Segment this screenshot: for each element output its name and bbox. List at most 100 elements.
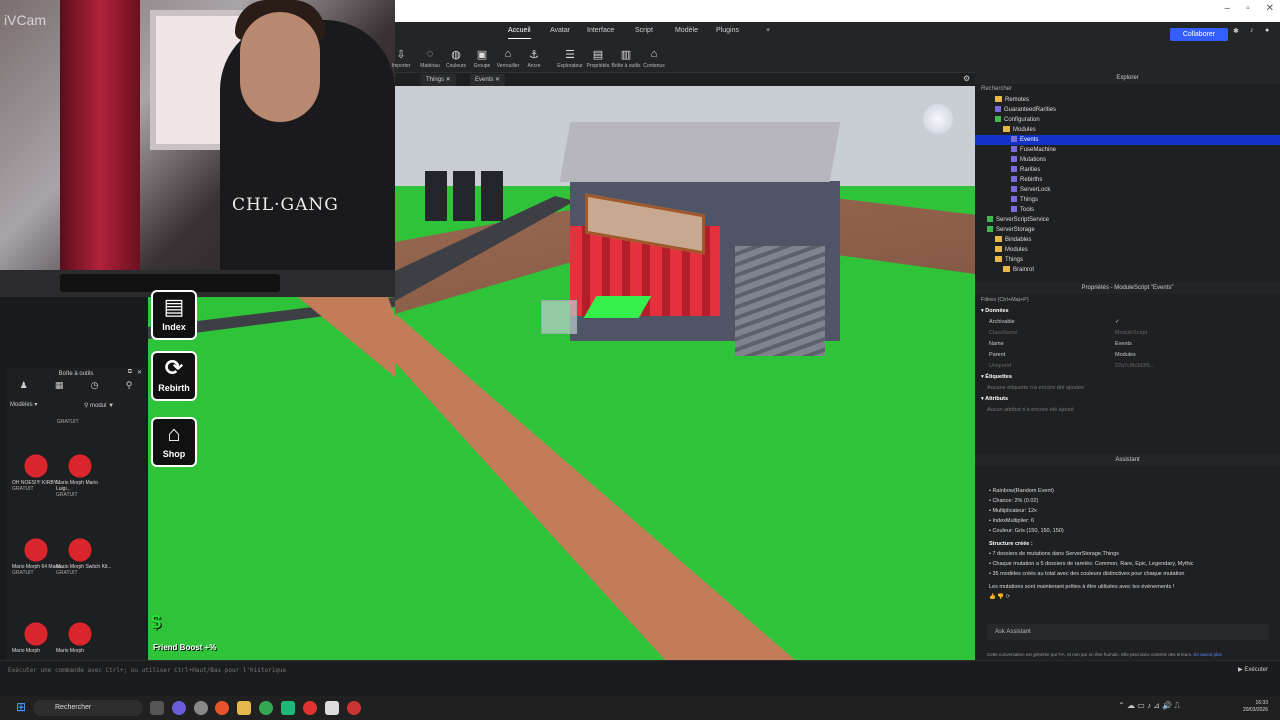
color-button[interactable]: ◍ Couleurs <box>444 48 468 69</box>
tab-modele[interactable]: Modèle <box>675 27 698 34</box>
toolbox-item[interactable]: Mario Morph <box>56 616 112 654</box>
index-button[interactable]: ▤ Index <box>151 290 197 340</box>
explorer-item[interactable]: FuseMachine <box>975 145 1280 155</box>
app-icon[interactable] <box>303 701 317 715</box>
tab-plugins[interactable]: Plugins <box>716 27 739 34</box>
feedback-icons: 👍 👎 ⟳ <box>989 592 1268 602</box>
explorer-item[interactable]: Events <box>975 135 1280 145</box>
explorer-item[interactable]: Modules <box>975 245 1280 255</box>
toolbox-item[interactable]: Mario Morph Switch Kit... GRATUIT <box>56 532 112 576</box>
restore-icon[interactable]: ⧉ <box>128 369 132 376</box>
properties-filter[interactable]: Filtres (Ctrl+Maj+P) <box>975 294 1280 306</box>
rebirth-button[interactable]: ⟳ Rebirth <box>151 351 197 401</box>
viewport-settings-icon[interactable]: ⚙ <box>963 74 970 83</box>
minimize-icon[interactable]: – <box>1225 3 1231 14</box>
material-button[interactable]: ◌ Matériau <box>418 48 442 69</box>
anchor-button[interactable]: ⚓ Ancre <box>522 48 546 69</box>
taskbar-search[interactable]: Rechercher <box>33 700 143 716</box>
section-tags[interactable]: ▾ Étiquettes <box>975 372 1280 383</box>
close-icon[interactable]: ✕ <box>137 369 142 376</box>
hoodie-text: CHL·GANG <box>232 195 339 215</box>
explorer-item[interactable]: Rarities <box>975 165 1280 175</box>
property-row[interactable]: ClassName ModuleScript <box>975 328 1280 339</box>
property-row[interactable]: Parent Modules <box>975 350 1280 361</box>
toolbox-item[interactable]: Mario Morph Mario Luigi... GRATUIT <box>56 448 112 498</box>
app-icon[interactable] <box>347 701 361 715</box>
explorer-item[interactable]: GuaranteedRarities <box>975 105 1280 115</box>
category-select[interactable]: Modèles ▾ <box>10 401 37 408</box>
avatar[interactable]: ● <box>1265 27 1269 34</box>
notification-icon[interactable]: ♪ <box>1250 27 1254 34</box>
regenerate-icon[interactable]: ⟳ <box>1006 594 1011 600</box>
explorer-item[interactable]: ServerLock <box>975 185 1280 195</box>
explorer-button[interactable]: ☰ Explorateur <box>556 48 584 69</box>
clock[interactable]: 16:33 20/03/2026 <box>1243 700 1268 714</box>
explorer-item[interactable]: Things <box>975 255 1280 265</box>
grid-icon[interactable]: ▦ <box>55 380 64 396</box>
learn-more-link[interactable]: En savoir plus <box>1194 652 1222 657</box>
recent-icon[interactable]: ◷ <box>91 380 99 396</box>
app-icon[interactable] <box>281 701 295 715</box>
assets-button[interactable]: ⌂ Contenus <box>641 48 667 69</box>
inventory-icon[interactable]: ♟ <box>20 380 28 396</box>
tray-icons[interactable]: ⌃ ☁ ▭ ♪ ⊿ 🔊 ⎍ <box>1118 701 1180 711</box>
settings-icon[interactable]: ✱ <box>1233 27 1239 35</box>
run-button[interactable]: ▶ Exécuter <box>1238 666 1268 673</box>
explorer-item[interactable]: Bindables <box>975 235 1280 245</box>
windows-start-icon[interactable]: ⊞ <box>16 700 26 714</box>
firefox-icon[interactable] <box>215 701 229 715</box>
properties-button[interactable]: ▤ Propriétés <box>584 48 612 69</box>
import-icon: ⇩ <box>396 49 406 61</box>
view-cube-sphere[interactable] <box>923 104 953 134</box>
filter-icon[interactable]: ▼ <box>108 403 114 409</box>
property-row[interactable]: Archivable ✓ <box>975 317 1280 328</box>
settings-app-icon[interactable] <box>194 701 208 715</box>
explorer-item[interactable]: ServerStorage <box>975 225 1280 235</box>
thumbs-down-icon[interactable]: 👎 <box>997 594 1004 600</box>
tab-avatar[interactable]: Avatar <box>550 27 570 34</box>
explorer-item[interactable]: Mutations <box>975 155 1280 165</box>
import-button[interactable]: ⇩ Importer <box>389 48 413 69</box>
add-tab-icon[interactable]: + <box>766 27 770 34</box>
explorer-item[interactable]: Things <box>975 195 1280 205</box>
spawn-cube[interactable] <box>541 300 577 334</box>
module-icon <box>1011 136 1017 143</box>
explorer-item[interactable]: Modules <box>975 125 1280 135</box>
roblox-studio-icon[interactable] <box>325 701 339 715</box>
3d-viewport[interactable] <box>395 86 975 660</box>
maximize-icon[interactable]: ▫ <box>1246 3 1250 14</box>
explorer-item[interactable]: ServerScriptService <box>975 215 1280 225</box>
tab-accueil[interactable]: Accueil <box>508 27 531 39</box>
explorer-item[interactable]: Rebirths <box>975 175 1280 185</box>
ask-assistant-input[interactable]: Ask Assistant <box>987 624 1269 640</box>
doc-tab-events[interactable]: Events ✕ <box>470 74 506 86</box>
explorer-item[interactable]: Tools <box>975 205 1280 215</box>
toolbox-search[interactable]: ⚲ modul ▼ <box>84 402 114 409</box>
section-attributes[interactable]: ▾ Attributs <box>975 394 1280 405</box>
file-explorer-icon[interactable] <box>237 701 251 715</box>
explorer-item[interactable]: Brainrot <box>975 265 1280 275</box>
property-row[interactable]: UniqueId 02a7c8b3d3f5... <box>975 361 1280 372</box>
group-button[interactable]: ▣ Groupe <box>470 48 494 69</box>
pin-icon[interactable]: ⚲ <box>126 380 133 396</box>
command-input[interactable]: Exécuter une commande avec Ctrl+; ou uti… <box>8 667 286 674</box>
property-row[interactable]: Name Events <box>975 339 1280 350</box>
chrome-icon[interactable] <box>259 701 273 715</box>
app-icon[interactable] <box>172 701 186 715</box>
tab-script[interactable]: Script <box>635 27 653 34</box>
doc-tab-things[interactable]: Things ✕ <box>421 74 456 86</box>
explorer-search[interactable]: Rechercher <box>975 84 1280 95</box>
toolbox-button[interactable]: ▥ Boîte à outils <box>609 48 643 69</box>
explorer-item[interactable]: Remotes <box>975 95 1280 105</box>
task-view-icon[interactable] <box>150 701 164 715</box>
tab-interface[interactable]: Interface <box>587 27 614 34</box>
section-data[interactable]: ▾ Données <box>975 306 1280 317</box>
lock-button[interactable]: ⌂ Verrouiller <box>496 48 520 69</box>
shop-button[interactable]: ⌂ Shop <box>151 417 197 467</box>
item-thumbnail <box>18 448 54 478</box>
thumbs-up-icon[interactable]: 👍 <box>989 594 996 600</box>
close-icon[interactable]: ✕ <box>1266 3 1274 14</box>
assistant-line: • Multiplicateur: 12x <box>989 508 1037 514</box>
collaborate-button[interactable]: Collaborer <box>1170 28 1228 41</box>
explorer-item[interactable]: Configuration <box>975 115 1280 125</box>
